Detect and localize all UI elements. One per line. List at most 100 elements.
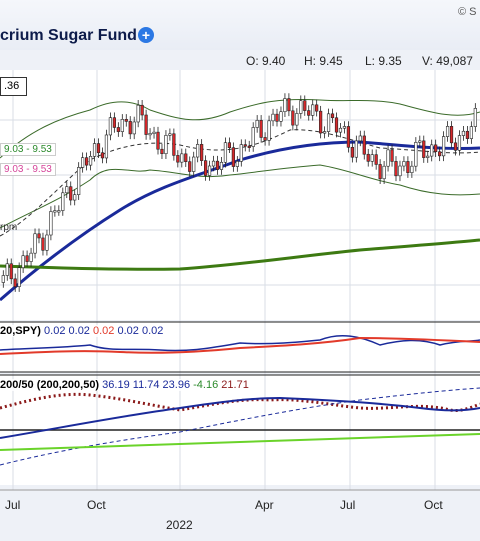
candle-body bbox=[295, 113, 299, 126]
candle-body bbox=[73, 194, 77, 201]
candle-body bbox=[168, 133, 172, 136]
candle-body bbox=[223, 142, 228, 163]
chart-svg bbox=[0, 70, 480, 491]
candle-body bbox=[140, 104, 144, 116]
candle-body bbox=[176, 155, 180, 163]
rs-value-5: 0.02 bbox=[141, 325, 164, 337]
candle-body bbox=[311, 104, 315, 116]
candle-body bbox=[434, 144, 438, 153]
candle-body bbox=[422, 140, 426, 158]
ma-value-4: -4.16 bbox=[193, 379, 219, 391]
candle-body bbox=[132, 121, 136, 135]
candle-body bbox=[45, 234, 49, 251]
candle-body bbox=[299, 100, 303, 114]
ma-value-2: 11.74 bbox=[132, 379, 160, 391]
candle-body bbox=[144, 114, 148, 135]
candle-body bbox=[172, 133, 176, 156]
candle-body bbox=[366, 153, 370, 162]
candle-body bbox=[386, 149, 390, 167]
candle-body bbox=[152, 131, 156, 134]
candle-body bbox=[247, 145, 251, 148]
candle-body bbox=[394, 161, 398, 177]
candle-body bbox=[402, 161, 406, 167]
candle-body bbox=[326, 113, 331, 132]
rs-value-4: 0.02 bbox=[117, 325, 139, 337]
candle-body bbox=[5, 263, 9, 276]
candle-body bbox=[188, 161, 192, 172]
candle-body bbox=[319, 110, 323, 134]
candle-body bbox=[235, 161, 239, 167]
candle-body bbox=[307, 110, 311, 116]
candle-body bbox=[322, 131, 327, 134]
x-tick-jul: Jul bbox=[5, 498, 21, 512]
candle-body bbox=[438, 151, 442, 157]
candle-body bbox=[275, 113, 279, 122]
candle-body bbox=[85, 157, 89, 166]
candle-body bbox=[267, 120, 271, 141]
candle-body bbox=[17, 267, 21, 287]
candle-body bbox=[283, 98, 287, 113]
ma-indicator-label: 200/50 (200,200,50) 36.19 11.74 23.96 -4… bbox=[0, 379, 249, 391]
x-year-label: 2022 bbox=[166, 518, 193, 532]
candle-body bbox=[211, 160, 216, 167]
candle-body bbox=[112, 117, 116, 128]
panel-sub-label: rpm bbox=[0, 222, 18, 233]
candle-body bbox=[231, 147, 235, 167]
bollinger-pink-value: 9.03 - 9.53 bbox=[0, 163, 56, 176]
rs-indicator-label: 20,SPY) 0.02 0.02 0.02 0.02 0.02 bbox=[0, 325, 164, 337]
x-tick-oct-2: Oct bbox=[424, 498, 443, 512]
candle-body bbox=[362, 135, 366, 155]
candle-body bbox=[180, 153, 184, 163]
candle-body bbox=[469, 126, 473, 139]
candle-body bbox=[37, 233, 41, 239]
candle-body bbox=[330, 113, 335, 119]
candle-body bbox=[473, 108, 477, 127]
candle-body bbox=[287, 98, 291, 112]
rs-value-1: 0.02 bbox=[44, 325, 66, 337]
candle-body bbox=[453, 142, 458, 151]
ma-value-1: 36.19 bbox=[102, 379, 130, 391]
candle-body bbox=[461, 130, 466, 136]
candle-body bbox=[390, 149, 394, 162]
candle-body bbox=[120, 119, 124, 132]
candle-body bbox=[251, 127, 255, 147]
ma-value-3: 23.96 bbox=[162, 379, 191, 391]
last-price-label: .36 bbox=[0, 77, 27, 96]
rs-indicator-name: 20,SPY) bbox=[0, 325, 41, 337]
candle-body bbox=[303, 100, 307, 111]
candle-body bbox=[207, 165, 212, 176]
candle-body bbox=[88, 156, 93, 166]
candle-body bbox=[243, 144, 247, 147]
rs-value-3: 0.02 bbox=[93, 325, 115, 337]
candle-body bbox=[116, 127, 120, 132]
candle-body bbox=[259, 119, 263, 138]
candle-body bbox=[426, 155, 430, 158]
candle-body bbox=[406, 161, 410, 173]
candle-body bbox=[354, 140, 358, 158]
candle-body bbox=[334, 117, 339, 133]
candle-body bbox=[342, 126, 347, 129]
candle-body bbox=[33, 233, 37, 254]
candle-body bbox=[29, 252, 33, 262]
candle-body bbox=[418, 140, 422, 143]
candle-body bbox=[255, 119, 259, 128]
candle-body bbox=[192, 156, 196, 172]
candle-body bbox=[92, 143, 97, 157]
candle-body bbox=[196, 144, 200, 158]
candle-body bbox=[382, 165, 386, 180]
chart-window: crium Sugar Fund + © S O: 9.40 H: 9.45 L… bbox=[0, 0, 480, 541]
ma-indicator-params: (200,200,50) bbox=[36, 379, 100, 391]
ma-indicator-name: 200/50 bbox=[0, 379, 34, 391]
ma-value-5: 21.71 bbox=[221, 379, 249, 391]
candle-body bbox=[13, 278, 17, 287]
candle-body bbox=[457, 135, 462, 151]
candle-body bbox=[358, 135, 362, 142]
candle-body bbox=[108, 117, 112, 136]
candle-body bbox=[378, 164, 382, 180]
candle-body bbox=[315, 104, 319, 112]
candle-body bbox=[200, 144, 204, 161]
candle-body bbox=[239, 144, 243, 162]
rs-value-2: 0.02 bbox=[68, 325, 90, 337]
candle-body bbox=[184, 153, 188, 162]
candle-body bbox=[77, 167, 81, 195]
